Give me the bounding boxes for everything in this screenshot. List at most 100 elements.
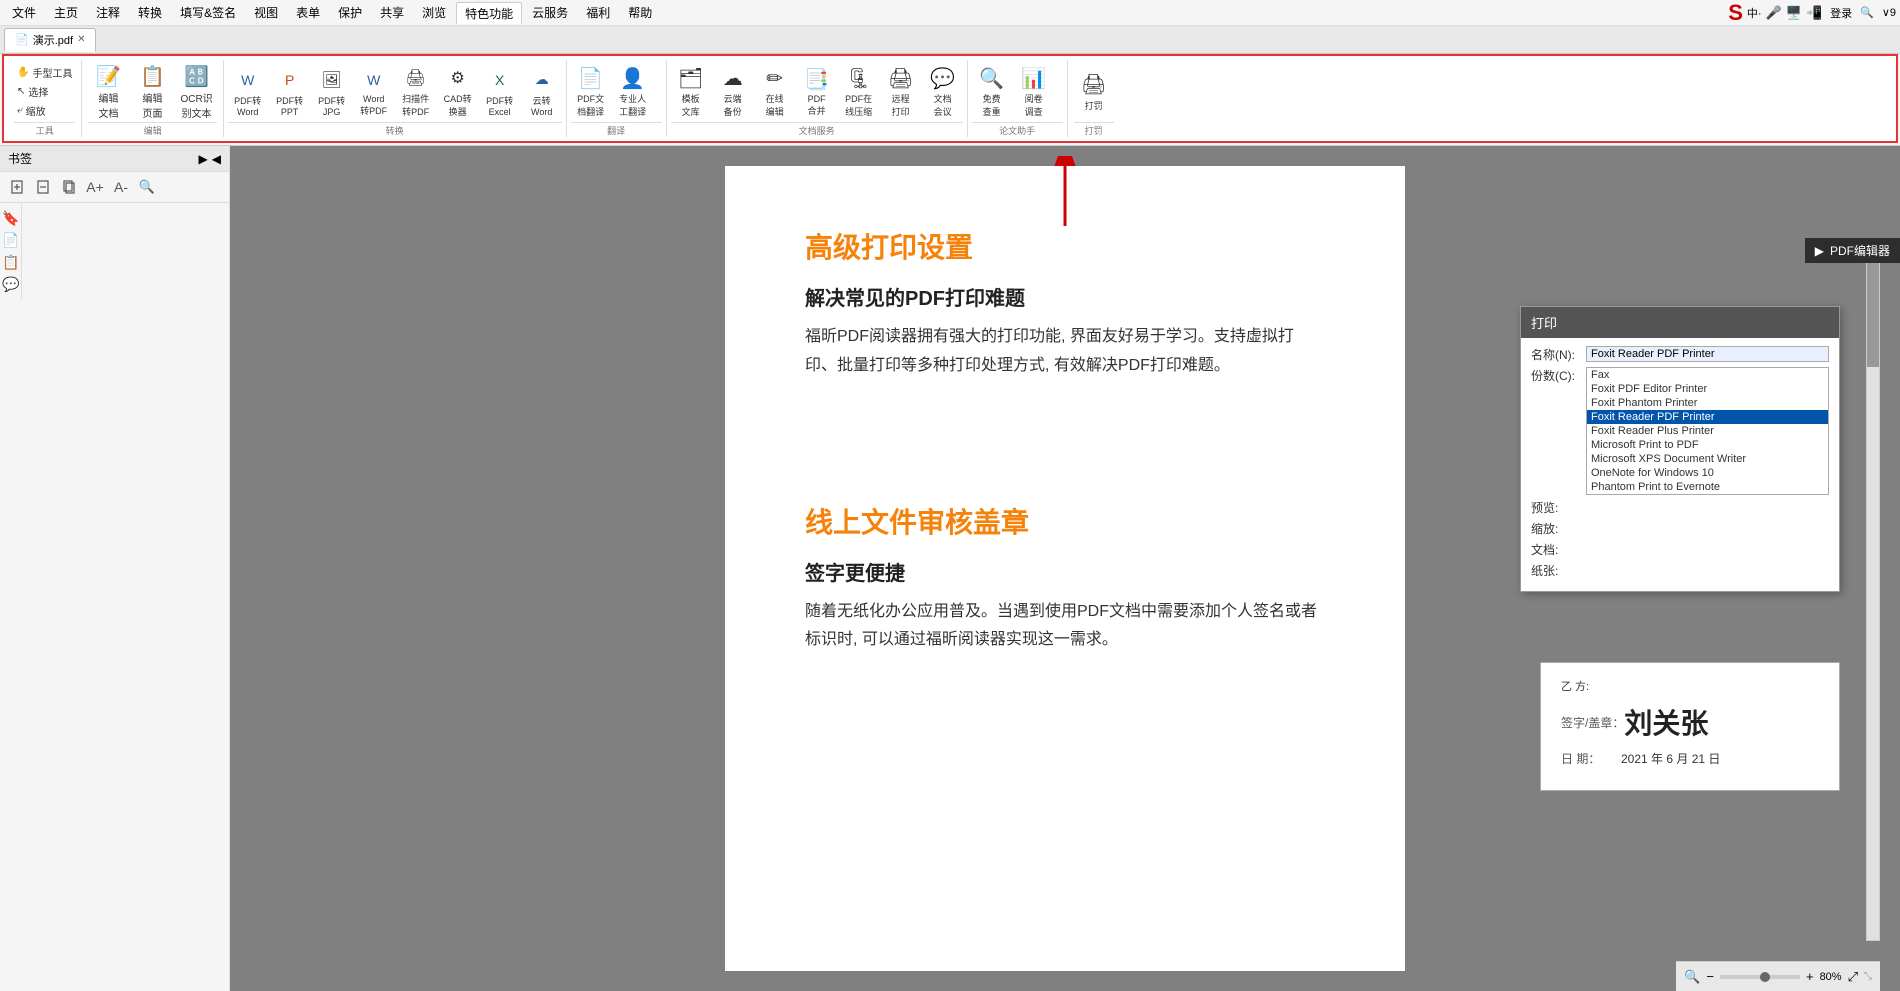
cad-to-converter-btn[interactable]: ⚙ CAD转换器 <box>438 62 478 120</box>
zoom-minus-icon[interactable]: − <box>1706 969 1714 984</box>
pdf-to-ppt-btn[interactable]: P PDF转PPT <box>270 64 310 119</box>
sidebar-filter-btn[interactable]: 🔍 <box>136 176 158 198</box>
scan-to-pdf-btn[interactable]: 🖨 扫描件转PDF <box>396 62 436 120</box>
online-edit-btn[interactable]: ✏ 在线编辑 <box>755 62 795 120</box>
professional-translate-btn[interactable]: 👤 专业人工翻译 <box>613 62 653 120</box>
screen-icon[interactable]: 🖥️ <box>1786 5 1802 21</box>
fullscreen-icon[interactable]: ⤢ <box>1848 969 1858 985</box>
printer-foxit-reader-plus[interactable]: Foxit Reader Plus Printer <box>1587 424 1828 438</box>
print-printer-list[interactable]: Fax Foxit PDF Editor Printer Foxit Phant… <box>1586 367 1829 495</box>
mic-icon[interactable]: 🎤 <box>1766 5 1782 21</box>
sidebar-font-increase-btn[interactable]: A+ <box>84 176 106 198</box>
ocr-btn[interactable]: 🔠 OCR识别文本 <box>176 60 216 122</box>
tab-pdf[interactable]: 📄 演示.pdf ✕ <box>4 28 96 52</box>
sidebar-expand-btn[interactable]: ▶ <box>199 152 208 166</box>
right-panel-title: PDF编辑器 <box>1830 242 1890 259</box>
panel-layers-icon[interactable]: 📋 <box>0 251 22 273</box>
menu-home[interactable]: 主页 <box>46 2 86 23</box>
sidebar-child-bookmark-btn[interactable] <box>58 176 80 198</box>
menu-fill-sign[interactable]: 填写&签名 <box>172 2 244 23</box>
pdf-translate-label: PDF文档翻译 <box>577 92 604 118</box>
tab-close-btn[interactable]: ✕ <box>77 34 85 45</box>
signature-date-value: 2021 年 6 月 21 日 <box>1621 750 1720 767</box>
pdf-to-jpg-label: PDF转JPG <box>318 94 345 117</box>
edit-page-icon: 📋 <box>138 62 166 90</box>
cloud-to-word-btn[interactable]: ☁ 云转Word <box>522 64 562 119</box>
zoom-out-icon[interactable]: 🔍 <box>1684 969 1700 985</box>
edit-doc-btn[interactable]: 📝 编辑文档 <box>88 60 128 122</box>
panel-annot-icon[interactable]: 💬 <box>0 273 22 295</box>
zoom-slider[interactable] <box>1720 975 1800 979</box>
menu-share[interactable]: 共享 <box>372 2 412 23</box>
menu-annotate[interactable]: 注释 <box>88 2 128 23</box>
menu-protect[interactable]: 保护 <box>330 2 370 23</box>
phone-icon[interactable]: 📲 <box>1806 5 1822 21</box>
zoom-plus-icon[interactable]: + <box>1806 969 1814 984</box>
sidebar-remove-bookmark-btn[interactable] <box>32 176 54 198</box>
menu-benefits[interactable]: 福利 <box>578 2 618 23</box>
print-btn[interactable]: 🖨 打罚 <box>1074 69 1114 114</box>
sidebar-title: 书签 <box>8 150 32 167</box>
menu-browse[interactable]: 浏览 <box>414 2 454 23</box>
sidebar-header-controls: ▶ ◀ <box>199 152 221 166</box>
ribbon-print-group: 🖨 打罚 打罚 <box>1068 60 1120 137</box>
search-btn[interactable]: 🔍 <box>1860 6 1874 19</box>
doc-meeting-btn[interactable]: 💬 文档会议 <box>923 62 963 120</box>
menu-form[interactable]: 表单 <box>288 2 328 23</box>
menu-view[interactable]: 视图 <box>246 2 286 23</box>
reading-survey-btn[interactable]: 📊 阅卷调查 <box>1014 62 1054 120</box>
pdf-to-word-label: PDF转Word <box>234 94 261 117</box>
menu-convert[interactable]: 转换 <box>130 2 170 23</box>
edit-page-btn[interactable]: 📋 编辑页面 <box>132 60 172 122</box>
sidebar-add-bookmark-btn[interactable] <box>6 176 28 198</box>
section1-subtitle: 解决常见的PDF打印难题 <box>805 282 1325 311</box>
menu-file[interactable]: 文件 <box>4 2 44 23</box>
pdf-to-excel-icon: X <box>486 66 514 94</box>
pdf-editor-panel-label[interactable]: ▶ PDF编辑器 <box>1805 238 1900 263</box>
free-check-btn[interactable]: 🔍 免费查重 <box>972 62 1012 120</box>
panel-thumbnail-icon[interactable]: 📄 <box>0 229 22 251</box>
ocr-label: OCR识别文本 <box>180 90 212 120</box>
pdf-translate-btn[interactable]: 📄 PDF文档翻译 <box>571 62 611 120</box>
scroll-bar[interactable] <box>1866 246 1880 941</box>
pdf-to-excel-btn[interactable]: X PDF转Excel <box>480 64 520 119</box>
printer-foxit-phantom[interactable]: Foxit Phantom Printer <box>1587 396 1828 410</box>
template-library-btn[interactable]: 🗂 模板文库 <box>671 62 711 120</box>
panel-bookmark-icon[interactable]: 🔖 <box>0 207 22 229</box>
register-btn[interactable]: 登录 <box>1830 5 1852 21</box>
menu-help[interactable]: 帮助 <box>620 2 660 23</box>
foxit-s-icon: S <box>1728 0 1743 26</box>
printer-phantom-evernote[interactable]: Phantom Print to Evernote <box>1587 480 1828 494</box>
printer-onenote[interactable]: OneNote for Windows 10 <box>1587 466 1828 480</box>
pdf-merge-btn[interactable]: 📑 PDF合并 <box>797 64 837 119</box>
doc-services-label: 文档服务 <box>671 122 963 137</box>
triangle-icon: ▶ <box>1815 244 1824 258</box>
template-icon: 🗂 <box>677 64 705 92</box>
printer-foxit-editor[interactable]: Foxit PDF Editor Printer <box>1587 382 1828 396</box>
menu-cloud[interactable]: 云服务 <box>524 2 576 23</box>
pdf-to-jpg-btn[interactable]: 🖼 PDF转JPG <box>312 64 352 119</box>
sidebar-font-decrease-btn[interactable]: A- <box>110 176 132 198</box>
section2-body: 随着无纸化办公应用普及。当遇到使用PDF文档中需要添加个人签名或者标识时, 可以… <box>805 598 1325 656</box>
printer-foxit-reader[interactable]: Foxit Reader PDF Printer <box>1587 410 1828 424</box>
pdf-to-word-btn[interactable]: W PDF转Word <box>228 64 268 119</box>
select-tool-btn[interactable]: ↖ 选择 <box>14 83 51 100</box>
signature-date-row: 日 期： 2021 年 6 月 21 日 <box>1561 750 1819 767</box>
printer-ms-xps[interactable]: Microsoft XPS Document Writer <box>1587 452 1828 466</box>
indent-tool-btn[interactable]: ⤶ 缩放 <box>14 102 49 119</box>
print-zoom-row: 缩放: <box>1531 520 1829 537</box>
print-name-value[interactable]: Foxit Reader PDF Printer <box>1586 346 1829 362</box>
hand-tool-btn[interactable]: ✋ 手型工具 <box>14 64 75 81</box>
scroll-thumb[interactable] <box>1867 247 1879 367</box>
cloud-backup-btn[interactable]: ☁ 云端备份 <box>713 62 753 120</box>
menu-special[interactable]: 特色功能 <box>456 2 522 24</box>
online-compress-btn[interactable]: 🗜 PDF在线压缩 <box>839 62 879 120</box>
printer-ms-pdf[interactable]: Microsoft Print to PDF <box>1587 438 1828 452</box>
printer-fax[interactable]: Fax <box>1587 368 1828 382</box>
pdf-to-excel-label: PDF转Excel <box>486 94 513 117</box>
sidebar-close-btn[interactable]: ◀ <box>212 152 221 166</box>
meeting-icon: 💬 <box>929 64 957 92</box>
remote-print-btn[interactable]: 🖨 远程打印 <box>881 62 921 120</box>
print-label: 打罚 <box>1085 99 1103 112</box>
word-to-pdf-btn[interactable]: W Word转PDF <box>354 64 394 119</box>
